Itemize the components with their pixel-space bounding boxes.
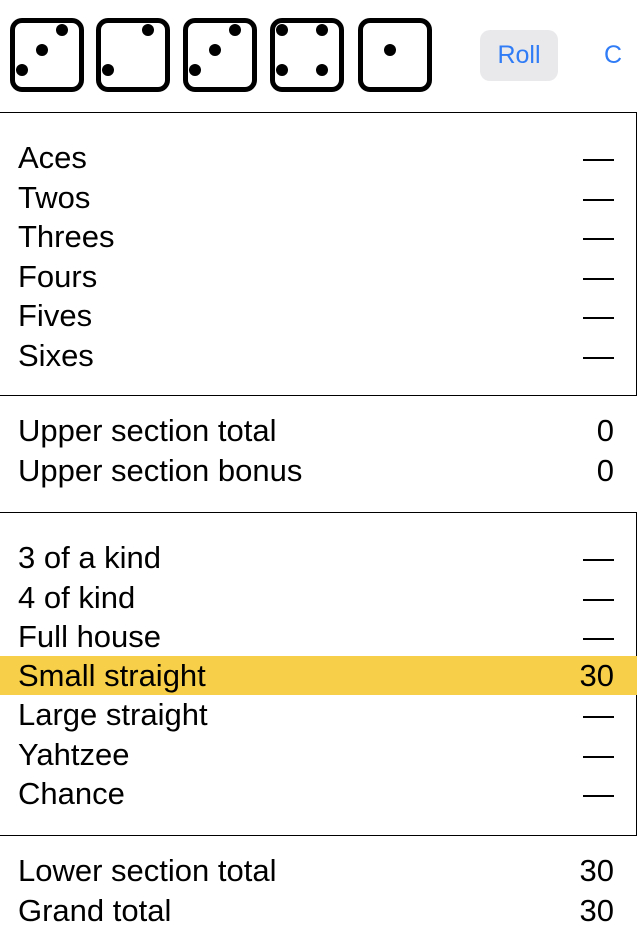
row-value: 0 bbox=[596, 452, 614, 488]
row-label: Upper section total bbox=[18, 413, 277, 448]
row-label: Aces bbox=[18, 140, 87, 175]
dice-toolbar: Roll C bbox=[0, 0, 638, 112]
row-value: — bbox=[583, 619, 614, 654]
row-value: — bbox=[583, 179, 614, 215]
row-label: Sixes bbox=[18, 337, 94, 373]
die-pip bbox=[229, 24, 241, 36]
c-button[interactable]: C bbox=[604, 30, 622, 81]
row-value: — bbox=[583, 219, 614, 254]
die-pip bbox=[36, 44, 48, 56]
score-row-fives[interactable]: Fives — bbox=[0, 296, 637, 336]
row-label: Twos bbox=[18, 179, 91, 215]
lower-section-total-row: Lower section total 30 bbox=[0, 851, 637, 891]
row-label: Small straight bbox=[18, 657, 206, 693]
score-row-threes[interactable]: Threes — bbox=[0, 217, 637, 257]
row-value: — bbox=[583, 540, 614, 575]
die-pip bbox=[189, 64, 201, 76]
row-label: Fours bbox=[18, 258, 98, 294]
row-value: — bbox=[583, 140, 614, 175]
die-pip bbox=[209, 44, 221, 56]
upper-section-bonus-row: Upper section bonus 0 bbox=[0, 451, 637, 491]
upper-section-total-row: Upper section total 0 bbox=[0, 411, 637, 451]
row-label: 4 of kind bbox=[18, 579, 136, 615]
row-value: 30 bbox=[579, 892, 614, 928]
row-label: Chance bbox=[18, 776, 125, 811]
score-row-small-straight[interactable]: Small straight 30 bbox=[0, 655, 637, 695]
row-value: 30 bbox=[579, 853, 614, 888]
row-value: — bbox=[583, 697, 614, 732]
row-value: 30 bbox=[579, 657, 614, 693]
row-value: — bbox=[583, 579, 614, 615]
row-label: Grand total bbox=[18, 892, 172, 928]
row-value: — bbox=[583, 298, 614, 333]
die-4[interactable] bbox=[270, 18, 344, 92]
die-pip bbox=[276, 24, 288, 36]
row-value: — bbox=[583, 337, 614, 373]
row-label: Fives bbox=[18, 298, 93, 333]
row-label: Threes bbox=[18, 219, 115, 254]
row-value: — bbox=[583, 736, 614, 772]
die-pip bbox=[142, 24, 154, 36]
score-row-fours[interactable]: Fours — bbox=[0, 257, 637, 297]
lower-section: 3 of a kind — 4 of kind — Full house — S… bbox=[0, 512, 637, 836]
score-row-large-straight[interactable]: Large straight — bbox=[0, 695, 637, 735]
row-label: 3 of a kind bbox=[18, 540, 162, 575]
die-pip bbox=[56, 24, 68, 36]
score-row-4-of-kind[interactable]: 4 of kind — bbox=[0, 578, 637, 618]
die-5[interactable] bbox=[358, 18, 432, 92]
score-row-full-house[interactable]: Full house — bbox=[0, 617, 637, 657]
die-pip bbox=[316, 64, 328, 76]
row-value: 0 bbox=[596, 413, 614, 448]
row-label: Lower section total bbox=[18, 853, 277, 888]
score-row-chance[interactable]: Chance — bbox=[0, 774, 637, 814]
roll-button[interactable]: Roll bbox=[480, 30, 558, 81]
upper-totals-section: Upper section total 0 Upper section bonu… bbox=[0, 396, 637, 512]
row-label: Large straight bbox=[18, 697, 208, 732]
score-row-yahtzee[interactable]: Yahtzee — bbox=[0, 735, 637, 775]
die-pip bbox=[16, 64, 28, 76]
score-row-twos[interactable]: Twos — bbox=[0, 178, 637, 218]
row-value: — bbox=[583, 258, 614, 294]
score-row-aces[interactable]: Aces — bbox=[0, 138, 637, 178]
die-pip bbox=[316, 24, 328, 36]
row-value: — bbox=[583, 776, 614, 811]
die-1[interactable] bbox=[10, 18, 84, 92]
score-row-3-of-a-kind[interactable]: 3 of a kind — bbox=[0, 538, 637, 578]
row-label: Full house bbox=[18, 619, 162, 654]
upper-section: Aces — Twos — Threes — Fours — Fives — S… bbox=[0, 112, 637, 396]
die-pip bbox=[384, 44, 396, 56]
grand-total-row: Grand total 30 bbox=[0, 891, 637, 931]
score-row-sixes[interactable]: Sixes — bbox=[0, 336, 637, 376]
lower-totals-section: Lower section total 30 Grand total 30 bbox=[0, 836, 637, 948]
row-label: Yahtzee bbox=[18, 736, 130, 772]
die-2[interactable] bbox=[96, 18, 170, 92]
row-label: Upper section bonus bbox=[18, 452, 303, 488]
die-pip bbox=[102, 64, 114, 76]
die-3[interactable] bbox=[183, 18, 257, 92]
die-pip bbox=[276, 64, 288, 76]
